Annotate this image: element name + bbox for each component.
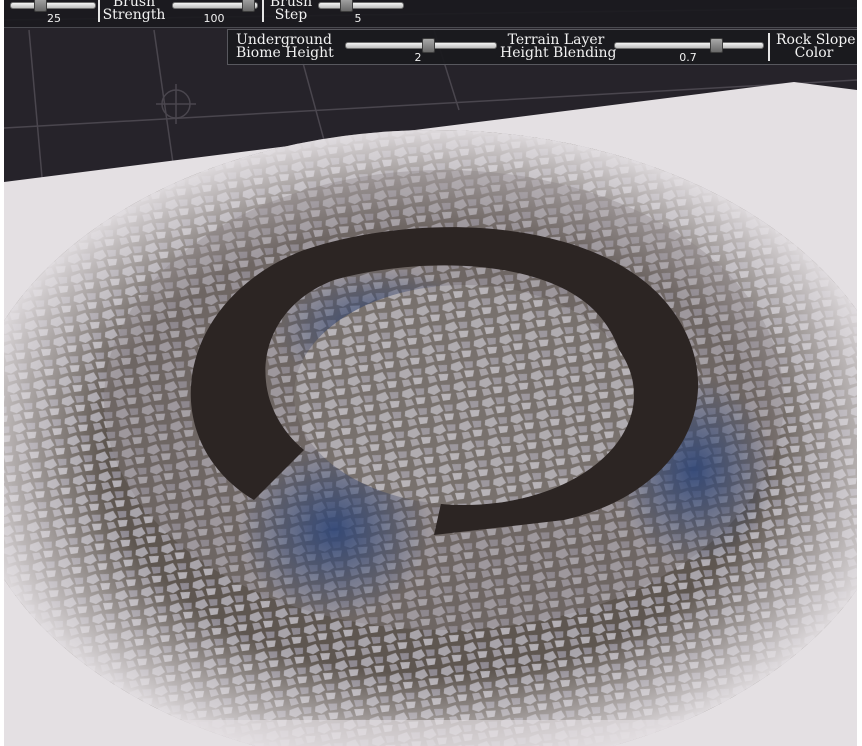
brush-step-label-line2: Step: [274, 7, 308, 23]
brush-strength-label: Brush Strength: [102, 0, 166, 22]
rock-slope-color-label[interactable]: Rock Slope Color: [776, 33, 856, 61]
brush-size-slider[interactable]: [10, 2, 96, 9]
terrain-layer-height-blending-slider[interactable]: [614, 42, 764, 49]
rock-slope-color-label-line2: Color: [794, 45, 834, 61]
terrain-layer-height-blending-label-line2: Height Blending: [500, 45, 617, 61]
toolbar-divider: [768, 33, 770, 61]
brush-size-value: 25: [47, 12, 61, 25]
underground-biome-height-value: 2: [414, 51, 422, 64]
terrain-layer-height-blending-label: Terrain Layer Height Blending: [500, 33, 617, 61]
terrain-layer-height-blending-slider-thumb[interactable]: [710, 38, 723, 53]
toolbar-divider: [98, 0, 100, 22]
toolbar-divider: [262, 0, 264, 22]
brush-step-value: 5: [354, 12, 362, 25]
brush-strength-label-line2: Strength: [102, 7, 166, 23]
terrain-viewport[interactable]: 25 Brush Strength 100 Brush Step 5 Under…: [4, 0, 857, 746]
brush-strength-value: 100: [203, 12, 225, 25]
terrain-toolbar: Underground Biome Height 2 Terrain Layer…: [227, 29, 857, 65]
terrain-layer-height-blending-value: 0.7: [679, 51, 697, 64]
brush-step-label: Brush Step: [268, 0, 314, 22]
brush-toolbar: 25 Brush Strength 100 Brush Step 5: [4, 0, 857, 28]
brush-strength-slider-thumb[interactable]: [242, 0, 255, 12]
underground-biome-height-label: Underground Biome Height: [236, 33, 334, 61]
brush-step-slider[interactable]: [318, 2, 404, 9]
brush-size-slider-thumb[interactable]: [34, 0, 47, 12]
brush-step-slider-thumb[interactable]: [340, 0, 353, 12]
underground-biome-height-label-line2: Biome Height: [236, 45, 334, 61]
underground-biome-height-slider[interactable]: [345, 42, 497, 49]
